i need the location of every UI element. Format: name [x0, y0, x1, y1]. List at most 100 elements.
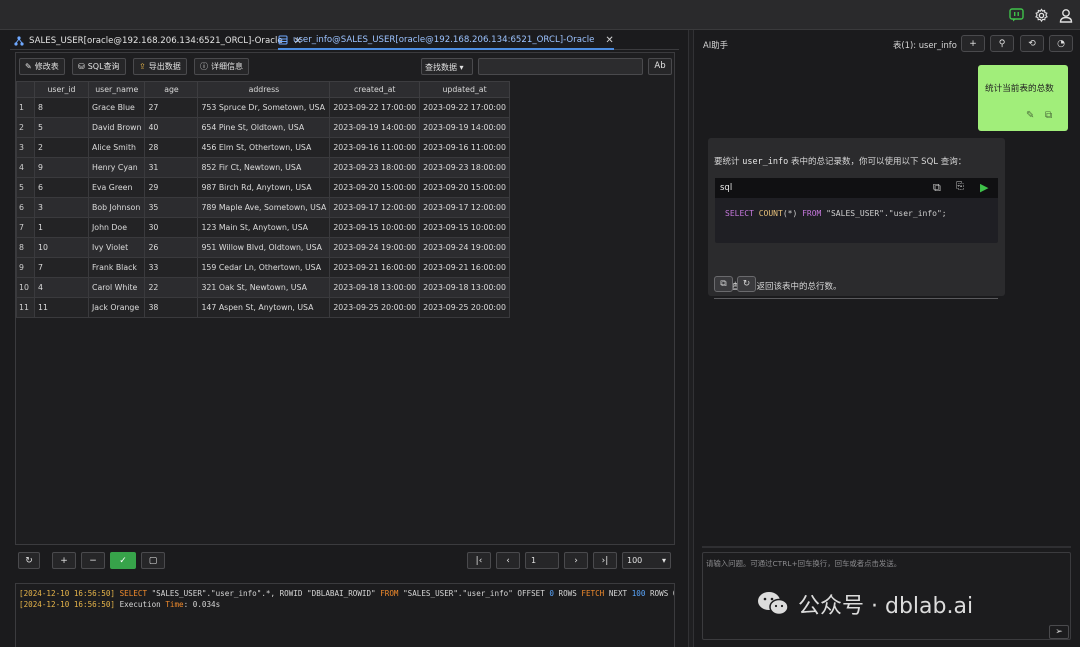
column-header[interactable]: created_at — [329, 81, 421, 98]
first-page-button[interactable]: |‹ — [467, 552, 491, 569]
table-cell[interactable]: 8 — [34, 97, 89, 118]
history-button[interactable]: ⟲ — [1020, 35, 1044, 52]
column-header[interactable]: user_id — [34, 81, 89, 98]
row-number[interactable]: 6 — [16, 197, 35, 218]
column-header[interactable]: age — [144, 81, 199, 98]
table-cell[interactable]: 6 — [34, 177, 89, 198]
table-cell[interactable]: 159 Cedar Ln, Othertown, USA — [197, 257, 331, 278]
table-cell[interactable]: David Brown — [87, 117, 146, 138]
settings-button[interactable]: ◔ — [1049, 35, 1073, 52]
row-number[interactable]: 2 — [16, 117, 35, 138]
user-icon[interactable] — [1058, 7, 1074, 23]
table-cell[interactable]: Carol White — [87, 277, 146, 298]
insert-to-editor-icon[interactable]: ⎘ — [956, 181, 964, 192]
table-cell[interactable]: 2023-09-18 13:00:00 — [419, 277, 510, 298]
copy-icon[interactable]: ⧉ — [1045, 110, 1052, 121]
table-row[interactable]: 2 5 David Brown 40 654 Pine St, Oldtown, USA… — [16, 117, 510, 138]
commit-button[interactable]: ✓ — [110, 552, 136, 569]
table-cell[interactable]: 2023-09-24 19:00:00 — [329, 237, 421, 258]
case-sensitive-toggle[interactable]: Ab — [648, 58, 672, 75]
table-cell[interactable]: 10 — [34, 237, 89, 258]
gear-icon[interactable] — [1033, 7, 1049, 23]
row-number[interactable]: 1 — [16, 97, 35, 118]
send-button[interactable]: ➢ — [1049, 625, 1069, 639]
row-number[interactable]: 11 — [16, 297, 35, 318]
table-cell[interactable]: 987 Birch Rd, Anytown, USA — [197, 177, 331, 198]
sql-query-button[interactable]: ⛁ SQL查询 — [72, 58, 126, 75]
table-cell[interactable]: 2023-09-19 14:00:00 — [329, 117, 421, 138]
table-cell[interactable]: 2023-09-17 12:00:00 — [329, 197, 421, 218]
last-page-button[interactable]: ›| — [593, 552, 617, 569]
modify-table-button[interactable]: ✎ 修改表 — [19, 58, 65, 75]
table-row[interactable]: 1 8 Grace Blue 27 753 Spruce Dr, Sometown, U… — [16, 97, 510, 118]
table-cell[interactable]: John Doe — [87, 217, 146, 238]
table-cell[interactable]: 2023-09-20 15:00:00 — [419, 177, 510, 198]
prev-page-button[interactable]: ‹ — [496, 552, 520, 569]
table-cell[interactable]: 753 Spruce Dr, Sometown, USA — [197, 97, 331, 118]
row-number[interactable]: 5 — [16, 177, 35, 198]
table-cell[interactable]: 29 — [144, 177, 199, 198]
table-cell[interactable]: 2023-09-22 17:00:00 — [329, 97, 421, 118]
table-cell[interactable]: 2023-09-19 14:00:00 — [419, 117, 510, 138]
table-cell[interactable]: Bob Johnson — [87, 197, 146, 218]
add-context-button[interactable]: + — [961, 35, 985, 52]
table-cell[interactable]: 2023-09-21 16:00:00 — [419, 257, 510, 278]
table-cell[interactable]: 147 Aspen St, Anytown, USA — [197, 297, 331, 318]
table-row[interactable]: 8 10 Ivy Violet 26 951 Willow Blvd, Oldtown,… — [16, 237, 510, 258]
table-row[interactable]: 5 6 Eva Green 29 987 Birch Rd, Anytown, USA 2… — [16, 177, 510, 198]
export-data-button[interactable]: ⇪ 导出数据 — [133, 58, 187, 75]
delete-row-button[interactable]: − — [81, 552, 105, 569]
table-cell[interactable]: 7 — [34, 257, 89, 278]
table-cell[interactable]: 2023-09-21 16:00:00 — [329, 257, 421, 278]
table-cell[interactable]: Frank Black — [87, 257, 146, 278]
row-number[interactable]: 7 — [16, 217, 35, 238]
table-cell[interactable]: 2023-09-23 18:00:00 — [329, 157, 421, 178]
table-cell[interactable]: 321 Oak St, Newtown, USA — [197, 277, 331, 298]
table-cell[interactable]: Alice Smith — [87, 137, 146, 158]
table-cell[interactable]: 2023-09-16 11:00:00 — [419, 137, 510, 158]
table-cell[interactable]: 123 Main St, Anytown, USA — [197, 217, 331, 238]
table-cell[interactable]: 5 — [34, 117, 89, 138]
table-cell[interactable]: 2023-09-25 20:00:00 — [419, 297, 510, 318]
table-cell[interactable]: Henry Cyan — [87, 157, 146, 178]
panel-splitter[interactable] — [688, 30, 694, 647]
table-row[interactable]: 3 2 Alice Smith 28 456 Elm St, Othertown, US… — [16, 137, 510, 158]
table-cell[interactable]: Grace Blue — [87, 97, 146, 118]
table-cell[interactable]: 2023-09-16 11:00:00 — [329, 137, 421, 158]
search-input[interactable] — [478, 58, 643, 75]
table-row[interactable]: 10 4 Carol White 22 321 Oak St, Newtown, USA… — [16, 277, 510, 298]
copy-code-icon[interactable]: ⧉ — [933, 181, 941, 195]
column-header[interactable]: updated_at — [419, 81, 510, 98]
stop-button[interactable]: ▢ — [141, 552, 165, 569]
add-row-button[interactable]: + — [52, 552, 76, 569]
table-cell[interactable]: 2023-09-15 10:00:00 — [329, 217, 421, 238]
table-cell[interactable]: 789 Maple Ave, Sometown, USA — [197, 197, 331, 218]
table-row[interactable]: 11 11 Jack Orange 38 147 Aspen St, Anytown, … — [16, 297, 510, 318]
run-icon[interactable]: ▶ — [980, 181, 988, 194]
table-cell[interactable]: 9 — [34, 157, 89, 178]
table-cell[interactable]: 852 Fir Ct, Newtown, USA — [197, 157, 331, 178]
table-cell[interactable]: 3 — [34, 197, 89, 218]
copy-answer-button[interactable]: ⧉ — [714, 276, 733, 292]
refresh-button[interactable]: ↻ — [18, 552, 40, 569]
search-field-select[interactable]: 查找数据 ▾ — [421, 58, 473, 75]
row-number[interactable]: 8 — [16, 237, 35, 258]
table-cell[interactable]: 2023-09-20 15:00:00 — [329, 177, 421, 198]
table-cell[interactable]: 40 — [144, 117, 199, 138]
table-cell[interactable]: 2023-09-24 19:00:00 — [419, 237, 510, 258]
table-cell[interactable]: 2023-09-23 18:00:00 — [419, 157, 510, 178]
table-cell[interactable]: 1 — [34, 217, 89, 238]
table-cell[interactable]: Ivy Violet — [87, 237, 146, 258]
table-cell[interactable]: 38 — [144, 297, 199, 318]
table-cell[interactable]: 654 Pine St, Oldtown, USA — [197, 117, 331, 138]
tab-connection[interactable]: SALES_USER[oracle@192.168.206.134:6521_O… — [14, 32, 302, 50]
table-cell[interactable]: 26 — [144, 237, 199, 258]
table-cell[interactable]: 28 — [144, 137, 199, 158]
table-cell[interactable]: 2023-09-25 20:00:00 — [329, 297, 421, 318]
close-icon[interactable]: ✕ — [605, 35, 613, 46]
table-cell[interactable]: Jack Orange — [87, 297, 146, 318]
table-cell[interactable]: 4 — [34, 277, 89, 298]
next-page-button[interactable]: › — [564, 552, 588, 569]
details-button[interactable]: ⓘ 详细信息 — [194, 58, 249, 75]
page-size-select[interactable]: 100 ▾ — [622, 552, 671, 569]
